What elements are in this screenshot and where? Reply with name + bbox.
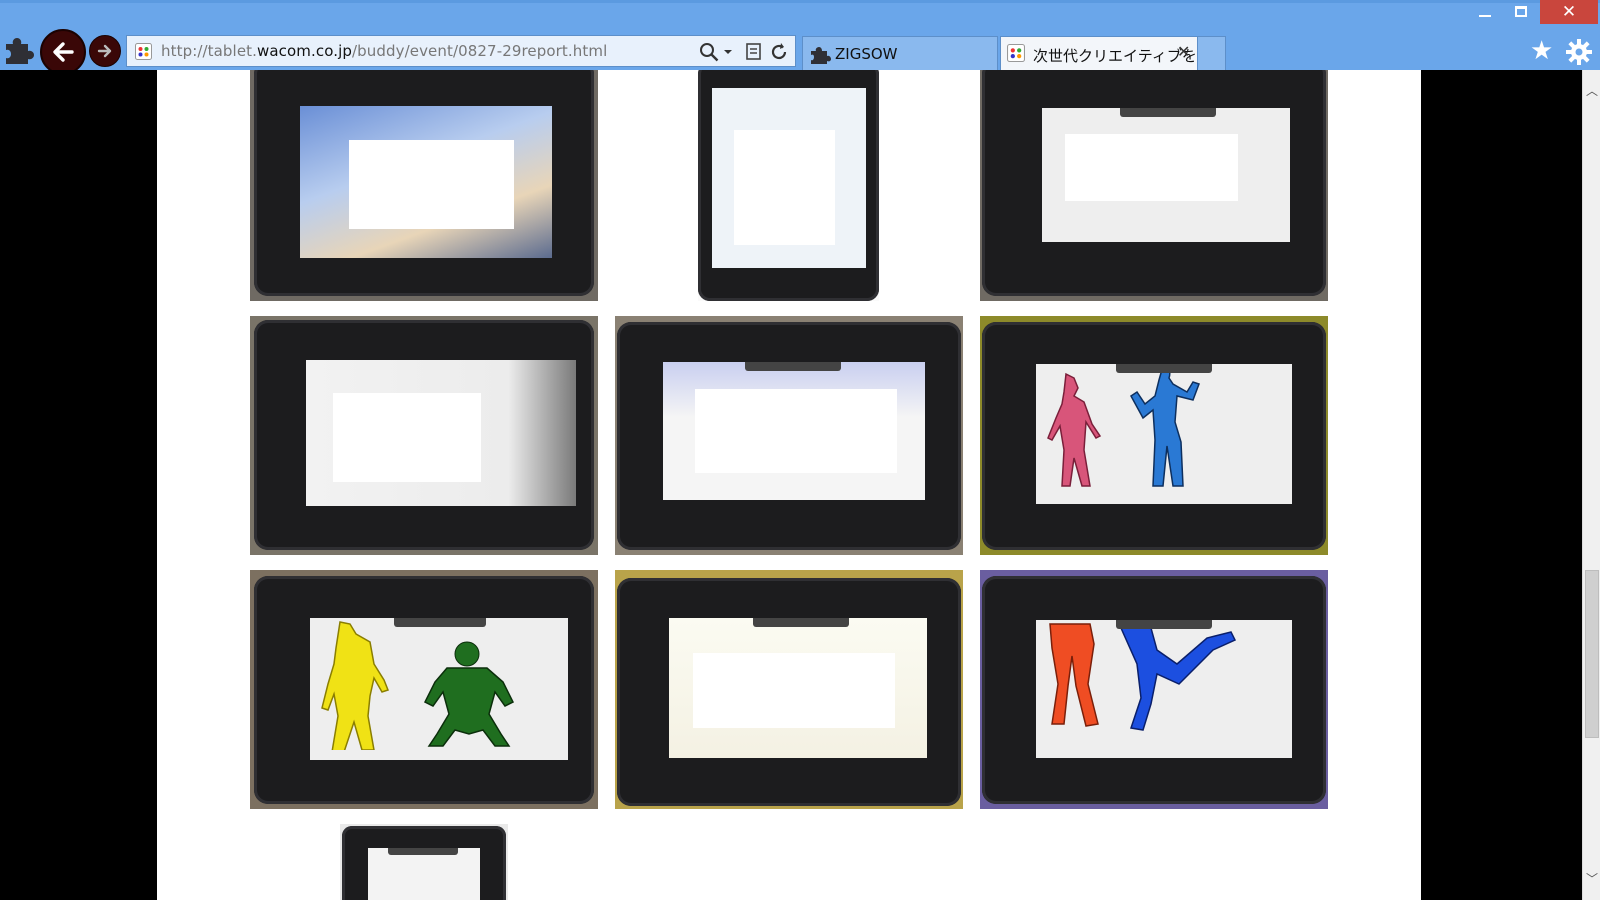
gallery-photo[interactable] xyxy=(698,70,879,301)
orange-legs-drawing xyxy=(1049,623,1099,727)
redacted-area xyxy=(693,653,895,728)
page-content xyxy=(157,70,1421,900)
gallery-photo[interactable] xyxy=(980,70,1328,301)
page-viewport xyxy=(0,70,1582,900)
forward-button[interactable] xyxy=(89,35,121,67)
compatibility-view-icon[interactable] xyxy=(743,40,765,64)
search-icon[interactable] xyxy=(697,40,721,64)
gallery-photo[interactable] xyxy=(340,824,508,900)
chrome-topline xyxy=(0,0,1600,3)
maximize-button[interactable] xyxy=(1506,0,1536,24)
tablet-screen xyxy=(310,618,568,760)
redacted-area xyxy=(695,389,897,473)
vertical-scrollbar[interactable]: ︿ ﹀ xyxy=(1582,70,1600,900)
tab-zigsow[interactable]: ZIGSOW xyxy=(802,36,998,70)
arrow-right-icon xyxy=(97,44,112,58)
url-prefix: http://tablet. xyxy=(161,42,257,60)
app-toolbar xyxy=(388,848,458,855)
app-toolbar xyxy=(1116,364,1212,373)
tablet-screen xyxy=(1036,620,1292,758)
gallery-photo[interactable] xyxy=(980,570,1328,809)
redacted-area xyxy=(734,130,835,245)
new-tab-button[interactable] xyxy=(1198,36,1226,70)
puzzle-icon[interactable] xyxy=(2,34,36,64)
chevron-down-icon[interactable] xyxy=(721,40,735,64)
gear-icon[interactable] xyxy=(1565,38,1593,66)
blue-legs-drawing xyxy=(1119,627,1237,731)
app-toolbar xyxy=(1116,620,1212,629)
gallery-photo[interactable] xyxy=(615,316,963,555)
refresh-icon[interactable] xyxy=(767,40,791,64)
green-figure-drawing xyxy=(424,641,515,747)
favorites-star-icon[interactable]: ★ xyxy=(1530,38,1553,64)
yellow-figure-drawing xyxy=(321,621,389,753)
arrow-left-icon xyxy=(53,42,74,62)
address-url[interactable]: http://tablet.wacom.co.jp/buddy/event/08… xyxy=(161,42,607,60)
site-favicon-icon xyxy=(1007,44,1025,62)
puzzle-icon xyxy=(811,47,831,64)
gallery-photo[interactable] xyxy=(250,70,598,301)
gallery-photo[interactable] xyxy=(615,570,963,809)
scroll-down-icon[interactable]: ﹀ xyxy=(1583,868,1600,890)
browser-chrome: ✕ http://tablet.wacom.co.jp/buddy/event/… xyxy=(0,0,1600,75)
url-domain: wacom.co.jp xyxy=(257,42,352,60)
minimize-button[interactable] xyxy=(1470,0,1500,24)
redacted-area xyxy=(1065,134,1238,201)
tab-close-icon[interactable]: ✕ xyxy=(1177,42,1190,61)
maximize-icon xyxy=(1515,6,1527,17)
tablet-device xyxy=(342,826,506,900)
app-toolbar xyxy=(1120,108,1216,117)
tablet-device xyxy=(254,576,594,804)
gallery-photo[interactable] xyxy=(250,570,598,809)
pink-figure-drawing xyxy=(1047,372,1102,487)
redacted-area xyxy=(349,140,514,229)
redacted-area xyxy=(333,393,481,482)
scroll-thumb[interactable] xyxy=(1585,570,1599,738)
close-icon: ✕ xyxy=(1561,2,1577,22)
gallery-photo[interactable] xyxy=(250,316,598,555)
url-path: /buddy/event/0827-29report.html xyxy=(351,42,608,60)
minimize-icon xyxy=(1479,15,1491,17)
scroll-up-icon[interactable]: ︿ xyxy=(1583,80,1600,102)
back-button[interactable] xyxy=(40,29,86,75)
gallery-photo[interactable] xyxy=(980,316,1328,555)
tablet-screen xyxy=(368,848,480,900)
blue-figure-drawing xyxy=(1130,365,1201,487)
app-toolbar xyxy=(394,618,486,627)
address-bar[interactable]: http://tablet.wacom.co.jp/buddy/event/08… xyxy=(126,35,796,67)
tablet-screen xyxy=(1036,364,1292,504)
site-favicon-icon xyxy=(135,43,152,60)
tablet-device xyxy=(982,322,1326,550)
tablet-device xyxy=(982,576,1326,804)
app-toolbar xyxy=(745,362,841,371)
tab-label: ZIGSOW xyxy=(835,45,898,63)
app-toolbar xyxy=(753,618,849,627)
tab-report[interactable]: 次世代クリエイティブを... ✕ xyxy=(1000,36,1211,70)
close-window-button[interactable]: ✕ xyxy=(1540,0,1598,24)
